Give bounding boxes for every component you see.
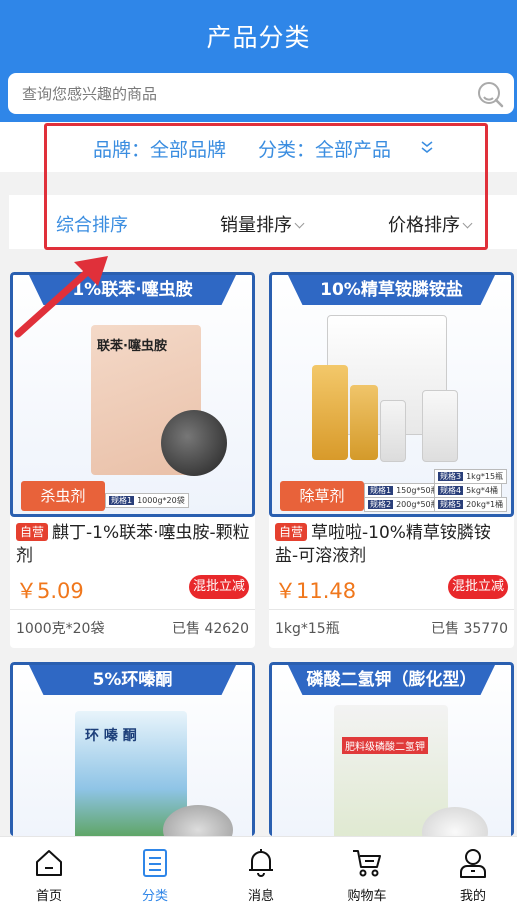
product-title: 自营 草啦啦-10%精草铵膦铵盐-可溶液剂 — [275, 522, 510, 568]
product-spec: 1000克*20袋 — [16, 621, 105, 637]
spec-chip: 规格5 20kg*1桶 — [434, 497, 508, 512]
product-bottle — [312, 365, 348, 460]
product-image: 5%环嗪酮 环 嗪 酮 — [10, 662, 255, 836]
spec-chip-value: 200g*50瓶 — [396, 500, 439, 509]
spec-chip-key: 规格1 — [109, 496, 135, 505]
nav-label: 购物车 — [347, 889, 387, 904]
spec-chip: 规格4 5kg*4桶 — [434, 483, 502, 498]
spec-chip-key: 规格2 — [368, 500, 394, 509]
page-title: 产品分类 — [206, 23, 311, 52]
spec-chip-key: 规格1 — [368, 486, 394, 495]
divider — [269, 609, 514, 610]
spec-chip-key: 规格4 — [438, 486, 464, 495]
product-name: 麒丁-1%联苯·噻虫胺-颗粒剂 — [16, 523, 250, 566]
search-bar[interactable] — [8, 73, 514, 114]
product-bottle — [350, 385, 378, 460]
nav-label: 分类 — [141, 889, 168, 904]
nav-home[interactable]: 首页 — [14, 837, 84, 906]
sold-count: 已售 42620 — [172, 621, 249, 637]
product-price: ￥11.48 — [275, 579, 357, 603]
promo-badge: 混批立减 — [189, 575, 249, 599]
nav-label: 首页 — [35, 889, 62, 904]
product-bottle — [380, 400, 406, 462]
product-spec: 1kg*15瓶 — [275, 621, 340, 637]
category-tag: 除草剂 — [280, 481, 364, 511]
granules-image — [161, 410, 227, 476]
product-banner: 磷酸二氢钾（膨化型） — [288, 665, 495, 695]
promo-badge: 混批立减 — [448, 575, 508, 599]
product-card[interactable]: 5%环嗪酮 环 嗪 酮 — [10, 662, 255, 836]
package-label: 肥料级磷酸二氢钾 — [342, 737, 428, 754]
cart-icon — [353, 850, 381, 877]
spec-chip: 规格3 1kg*15瓶 — [434, 469, 508, 484]
product-bottle — [422, 390, 458, 462]
nav-label: 消息 — [247, 889, 274, 904]
spec-chip: 规格1 150g*50瓶 — [364, 483, 443, 498]
annotation-arrow-icon — [14, 256, 108, 338]
category-icon — [143, 849, 167, 877]
product-title: 自营 麒丁-1%联苯·噻虫胺-颗粒剂 — [16, 522, 251, 568]
product-image: 磷酸二氢钾（膨化型） 肥料级磷酸二氢钾 — [269, 662, 514, 836]
spec-chip: 规格1 1000g*20袋 — [105, 493, 189, 508]
spec-chip-value: 150g*50瓶 — [396, 486, 439, 495]
spec-chip-value: 5kg*4桶 — [466, 486, 498, 495]
nav-messages[interactable]: 消息 — [226, 837, 296, 906]
product-banner: 10%精草铵膦铵盐 — [288, 275, 495, 305]
category-tag: 杀虫剂 — [21, 481, 105, 511]
nav-category[interactable]: 分类 — [120, 837, 190, 906]
sold-count: 已售 35770 — [431, 621, 508, 637]
product-card[interactable]: 磷酸二氢钾（膨化型） 肥料级磷酸二氢钾 — [269, 662, 514, 836]
app-header: 产品分类 — [0, 0, 517, 122]
home-icon — [36, 850, 62, 876]
bottom-nav: 首页 分类 消息 购物车 我的 — [0, 836, 517, 906]
spec-chip-value: 1kg*15瓶 — [466, 472, 504, 481]
package-label: 环 嗪 酮 — [85, 728, 137, 744]
spec-chip: 规格2 200g*50瓶 — [364, 497, 443, 512]
annotation-highlight-box — [44, 123, 488, 250]
self-operated-badge: 自营 — [275, 523, 308, 541]
product-price: ￥5.09 — [16, 579, 84, 603]
divider — [10, 609, 255, 610]
nav-label: 我的 — [459, 889, 486, 904]
nav-cart[interactable]: 购物车 — [332, 837, 402, 906]
product-name: 草啦啦-10%精草铵膦铵盐-可溶液剂 — [275, 523, 491, 566]
user-icon — [460, 849, 486, 878]
search-icon[interactable] — [476, 80, 504, 108]
nav-profile[interactable]: 我的 — [438, 837, 508, 906]
spec-chip-key: 规格5 — [438, 500, 464, 509]
product-banner: 5%环嗪酮 — [29, 665, 236, 695]
product-image: 10%精草铵膦铵盐 除草剂 规格1 150g*50瓶 规格2 200g*50瓶 规格… — [269, 272, 514, 517]
search-input[interactable] — [22, 73, 462, 114]
product-card[interactable]: 10%精草铵膦铵盐 除草剂 规格1 150g*50瓶 规格2 200g*50瓶 规格… — [269, 272, 514, 648]
self-operated-badge: 自营 — [16, 523, 49, 541]
spec-chip-value: 1000g*20袋 — [137, 496, 185, 505]
spec-chip-value: 20kg*1桶 — [466, 500, 504, 509]
spec-chip-key: 规格3 — [438, 472, 464, 481]
bell-icon — [249, 849, 273, 877]
